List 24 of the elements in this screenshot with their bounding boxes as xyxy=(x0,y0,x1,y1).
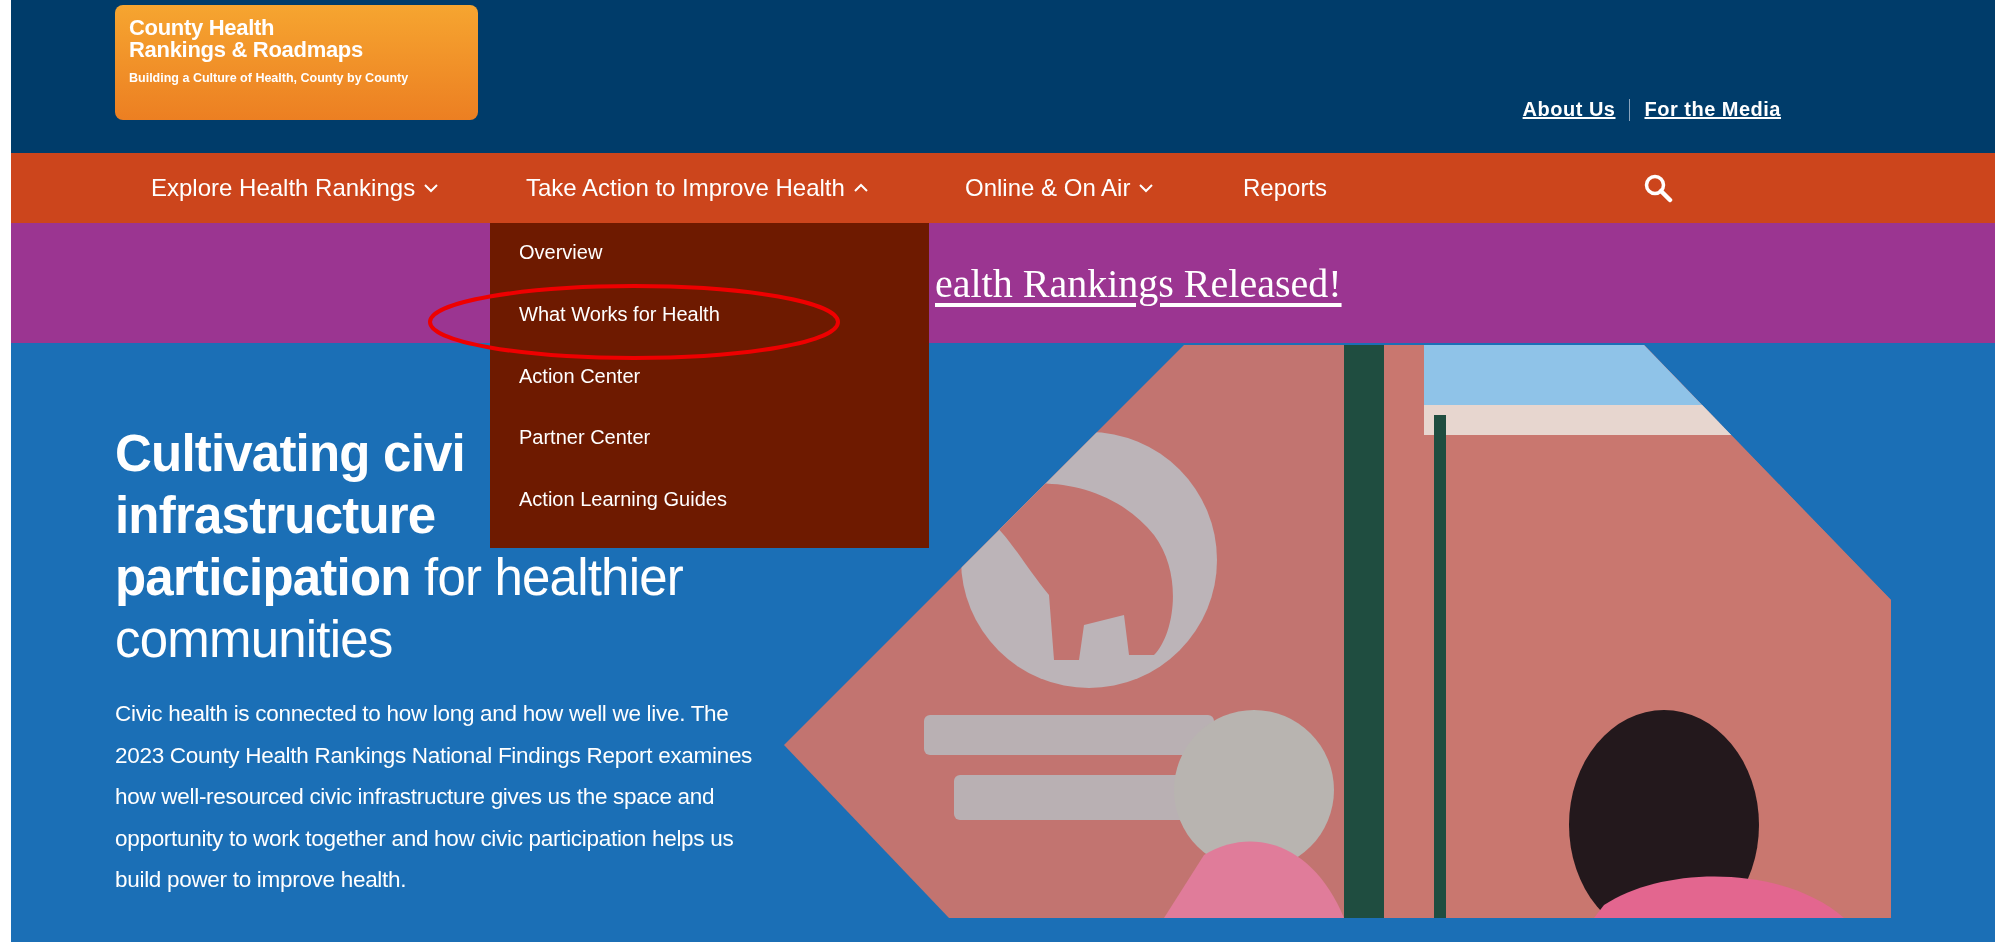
utility-link[interactable]: About Us xyxy=(1508,98,1630,121)
logo-title: Rankings & Roadmaps xyxy=(129,39,364,61)
dropdown-item[interactable]: What Works for Health xyxy=(490,300,929,363)
dropdown-item[interactable]: Action Center xyxy=(490,362,929,425)
nav-item[interactable]: Reports xyxy=(1243,174,1328,202)
dropdown-item[interactable]: Partner Center xyxy=(490,424,929,487)
hero-heading-line: communities xyxy=(115,610,393,670)
nav-item[interactable]: Explore Health Rankings xyxy=(151,174,440,202)
chevron-icon xyxy=(852,183,869,193)
dropdown-item[interactable]: Action Learning Guides xyxy=(490,486,929,548)
chevron-icon xyxy=(423,183,440,193)
nav-item[interactable]: Take Action to Improve Health xyxy=(526,174,869,202)
utility-link[interactable]: For the Media xyxy=(1630,98,1795,121)
logo-title: County Health xyxy=(129,17,276,39)
search-icon[interactable] xyxy=(1643,173,1673,203)
hero-heading-line: participation for healthier xyxy=(115,548,683,608)
logo-tagline: Building a Culture of Health, County by County xyxy=(129,71,410,85)
announcement-link[interactable]: ealth Rankings Released! xyxy=(935,259,1342,307)
nav-item[interactable]: Online & On Air xyxy=(965,174,1155,202)
hero-description: Civic health is connected to how long and how well we live. The 2023 County Health Rankings National Findings Report examines how well-resourced civic infrastructure gives us the space and opportunity to work together and how civic participation helps us build power to improve health. xyxy=(115,700,754,894)
chevron-icon xyxy=(1138,183,1155,193)
hero-heading-line: infrastructure xyxy=(115,486,436,546)
hero-heading-line: Cultivating civi xyxy=(115,424,465,484)
dropdown-item[interactable]: Overview xyxy=(490,239,929,301)
